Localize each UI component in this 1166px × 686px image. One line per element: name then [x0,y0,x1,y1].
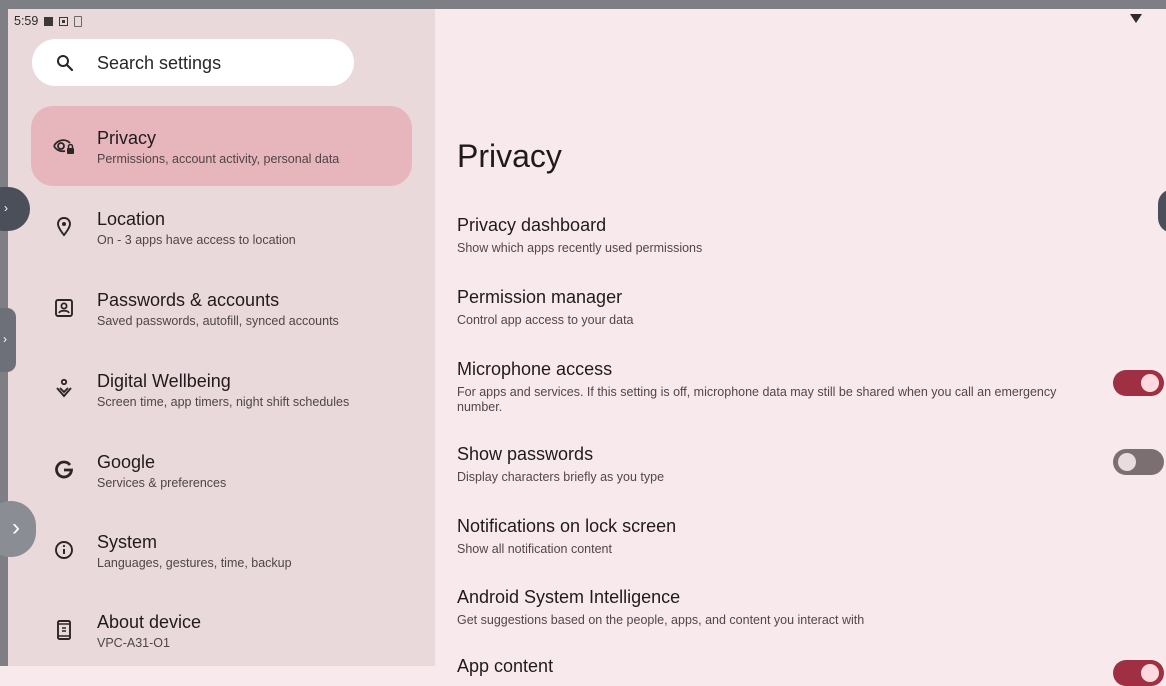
pref-title: App content [457,656,554,676]
pref-permission-manager[interactable]: Permission manager Control app access to… [457,287,1097,328]
sidebar-item-title: Privacy [97,128,157,148]
sidebar-item-title: Location [97,209,166,229]
wifi-icon [1130,14,1142,23]
pref-title: Android System Intelligence [457,587,681,607]
page-title: Privacy [457,138,562,174]
pref-summary: Show all notification content [457,542,612,556]
window-frame-top [0,0,1166,9]
pref-title: Show passwords [457,444,594,464]
sidebar-item-google[interactable]: Google Services & preferences [31,430,412,510]
sidebar-item-subtitle: Services & preferences [97,476,227,490]
status-time: 5:59 [14,14,39,28]
sidebar-item-subtitle: On - 3 apps have access to location [97,233,296,247]
pref-android-system-intelligence[interactable]: Android System Intelligence Get suggesti… [457,587,1097,628]
sidebar-item-subtitle: Saved passwords, autofill, synced accoun… [97,314,339,328]
google-g-icon [55,460,73,479]
sidebar-item-subtitle: Screen time, app timers, night shift sch… [97,395,350,409]
chevron-right-icon: › [4,201,8,215]
show-passwords-toggle[interactable] [1113,449,1164,475]
sidebar-item-system[interactable]: System Languages, gestures, time, backup [31,510,412,590]
privacy-eye-lock-icon [53,139,74,154]
location-pin-icon [57,217,71,237]
sidebar-item-privacy[interactable]: Privacy Permissions, account activity, p… [31,106,412,186]
wellbeing-icon [56,378,72,398]
sidebar-item-passwords-accounts[interactable]: Passwords & accounts Saved passwords, au… [31,268,412,348]
toggle-knob [1141,664,1159,682]
pref-summary: Show which apps recently used permission… [457,241,703,255]
pref-microphone-access[interactable]: Microphone access For apps and services.… [457,359,1077,415]
sidebar-item-title: Digital Wellbeing [97,371,231,391]
sidebar-item-title: Passwords & accounts [97,290,280,310]
sim-icon [74,15,83,27]
settings-content [435,9,1166,666]
toggle-knob [1118,453,1136,471]
pref-show-passwords[interactable]: Show passwords Display characters briefl… [457,444,1097,485]
account-box-icon [55,299,73,317]
pref-summary: For apps and services. If this setting i… [457,385,1057,414]
chevron-right-icon: › [12,514,20,541]
app-content-toggle[interactable] [1113,660,1164,686]
pref-title: Permission manager [457,287,623,307]
notification-icon [59,16,69,26]
sidebar-item-subtitle: VPC-A31-O1 [97,636,170,650]
device-icon [57,620,71,640]
notification-icon [44,16,54,26]
search-placeholder: Search settings [97,53,222,73]
pref-title: Microphone access [457,359,613,379]
info-icon [55,541,73,559]
pref-summary: Display characters briefly as you type [457,470,665,484]
pref-app-content[interactable]: App content [457,656,1097,677]
pref-notifications-lock-screen[interactable]: Notifications on lock screen Show all no… [457,516,1097,557]
sidebar-item-title: System [97,532,158,552]
toggle-knob [1141,374,1159,392]
search-icon [57,55,74,72]
search-settings-bar[interactable]: Search settings [32,39,354,86]
sidebar-item-about-device[interactable]: About device VPC-A31-O1 [31,590,412,670]
sidebar-item-subtitle: Permissions, account activity, personal … [97,152,340,166]
microphone-access-toggle[interactable] [1113,370,1164,396]
sidebar-item-title: Google [97,452,156,472]
pref-summary: Get suggestions based on the people, app… [457,613,865,627]
sidebar-item-subtitle: Languages, gestures, time, backup [97,556,292,570]
pref-title: Privacy dashboard [457,215,607,235]
sidebar-item-title: About device [97,612,202,632]
sidebar-item-location[interactable]: Location On - 3 apps have access to loca… [31,187,412,267]
pref-title: Notifications on lock screen [457,516,677,536]
pref-summary: Control app access to your data [457,313,634,327]
status-bar: 5:59 [14,13,83,29]
chevron-right-icon: › [3,332,7,346]
pref-privacy-dashboard[interactable]: Privacy dashboard Show which apps recent… [457,215,1097,256]
side-panel-handle[interactable]: › [0,308,16,372]
sidebar-item-digital-wellbeing[interactable]: Digital Wellbeing Screen time, app timer… [31,349,412,429]
